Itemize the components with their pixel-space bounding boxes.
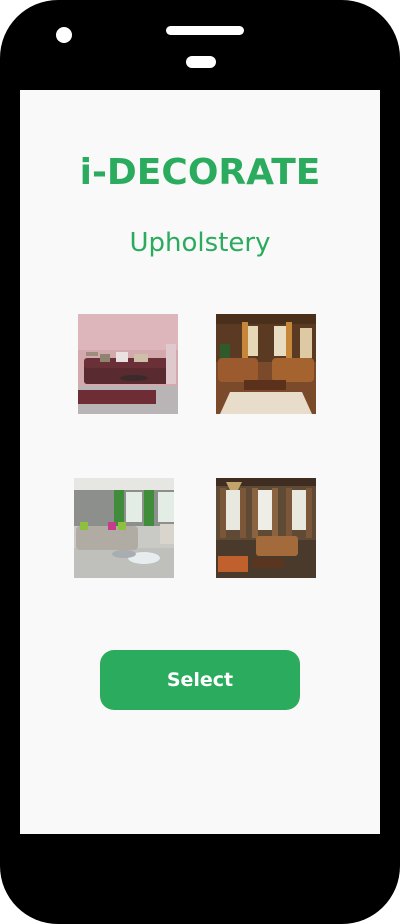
earpiece-speaker xyxy=(166,26,244,35)
phone-frame: i-DECORATE Upholstery Select xyxy=(0,0,400,924)
app-title: i-DECORATE xyxy=(79,152,321,193)
select-button[interactable]: Select xyxy=(100,650,300,710)
app-screen: i-DECORATE Upholstery Select xyxy=(20,90,380,834)
pink-living-room-image[interactable] xyxy=(78,314,178,414)
proximity-sensor xyxy=(186,56,216,68)
classic-drapes-room-image[interactable] xyxy=(216,478,316,578)
page-subtitle: Upholstery xyxy=(129,228,271,258)
leather-sofa-room-image[interactable] xyxy=(216,314,316,414)
green-accent-living-room-image[interactable] xyxy=(74,478,174,578)
front-camera xyxy=(56,27,72,43)
